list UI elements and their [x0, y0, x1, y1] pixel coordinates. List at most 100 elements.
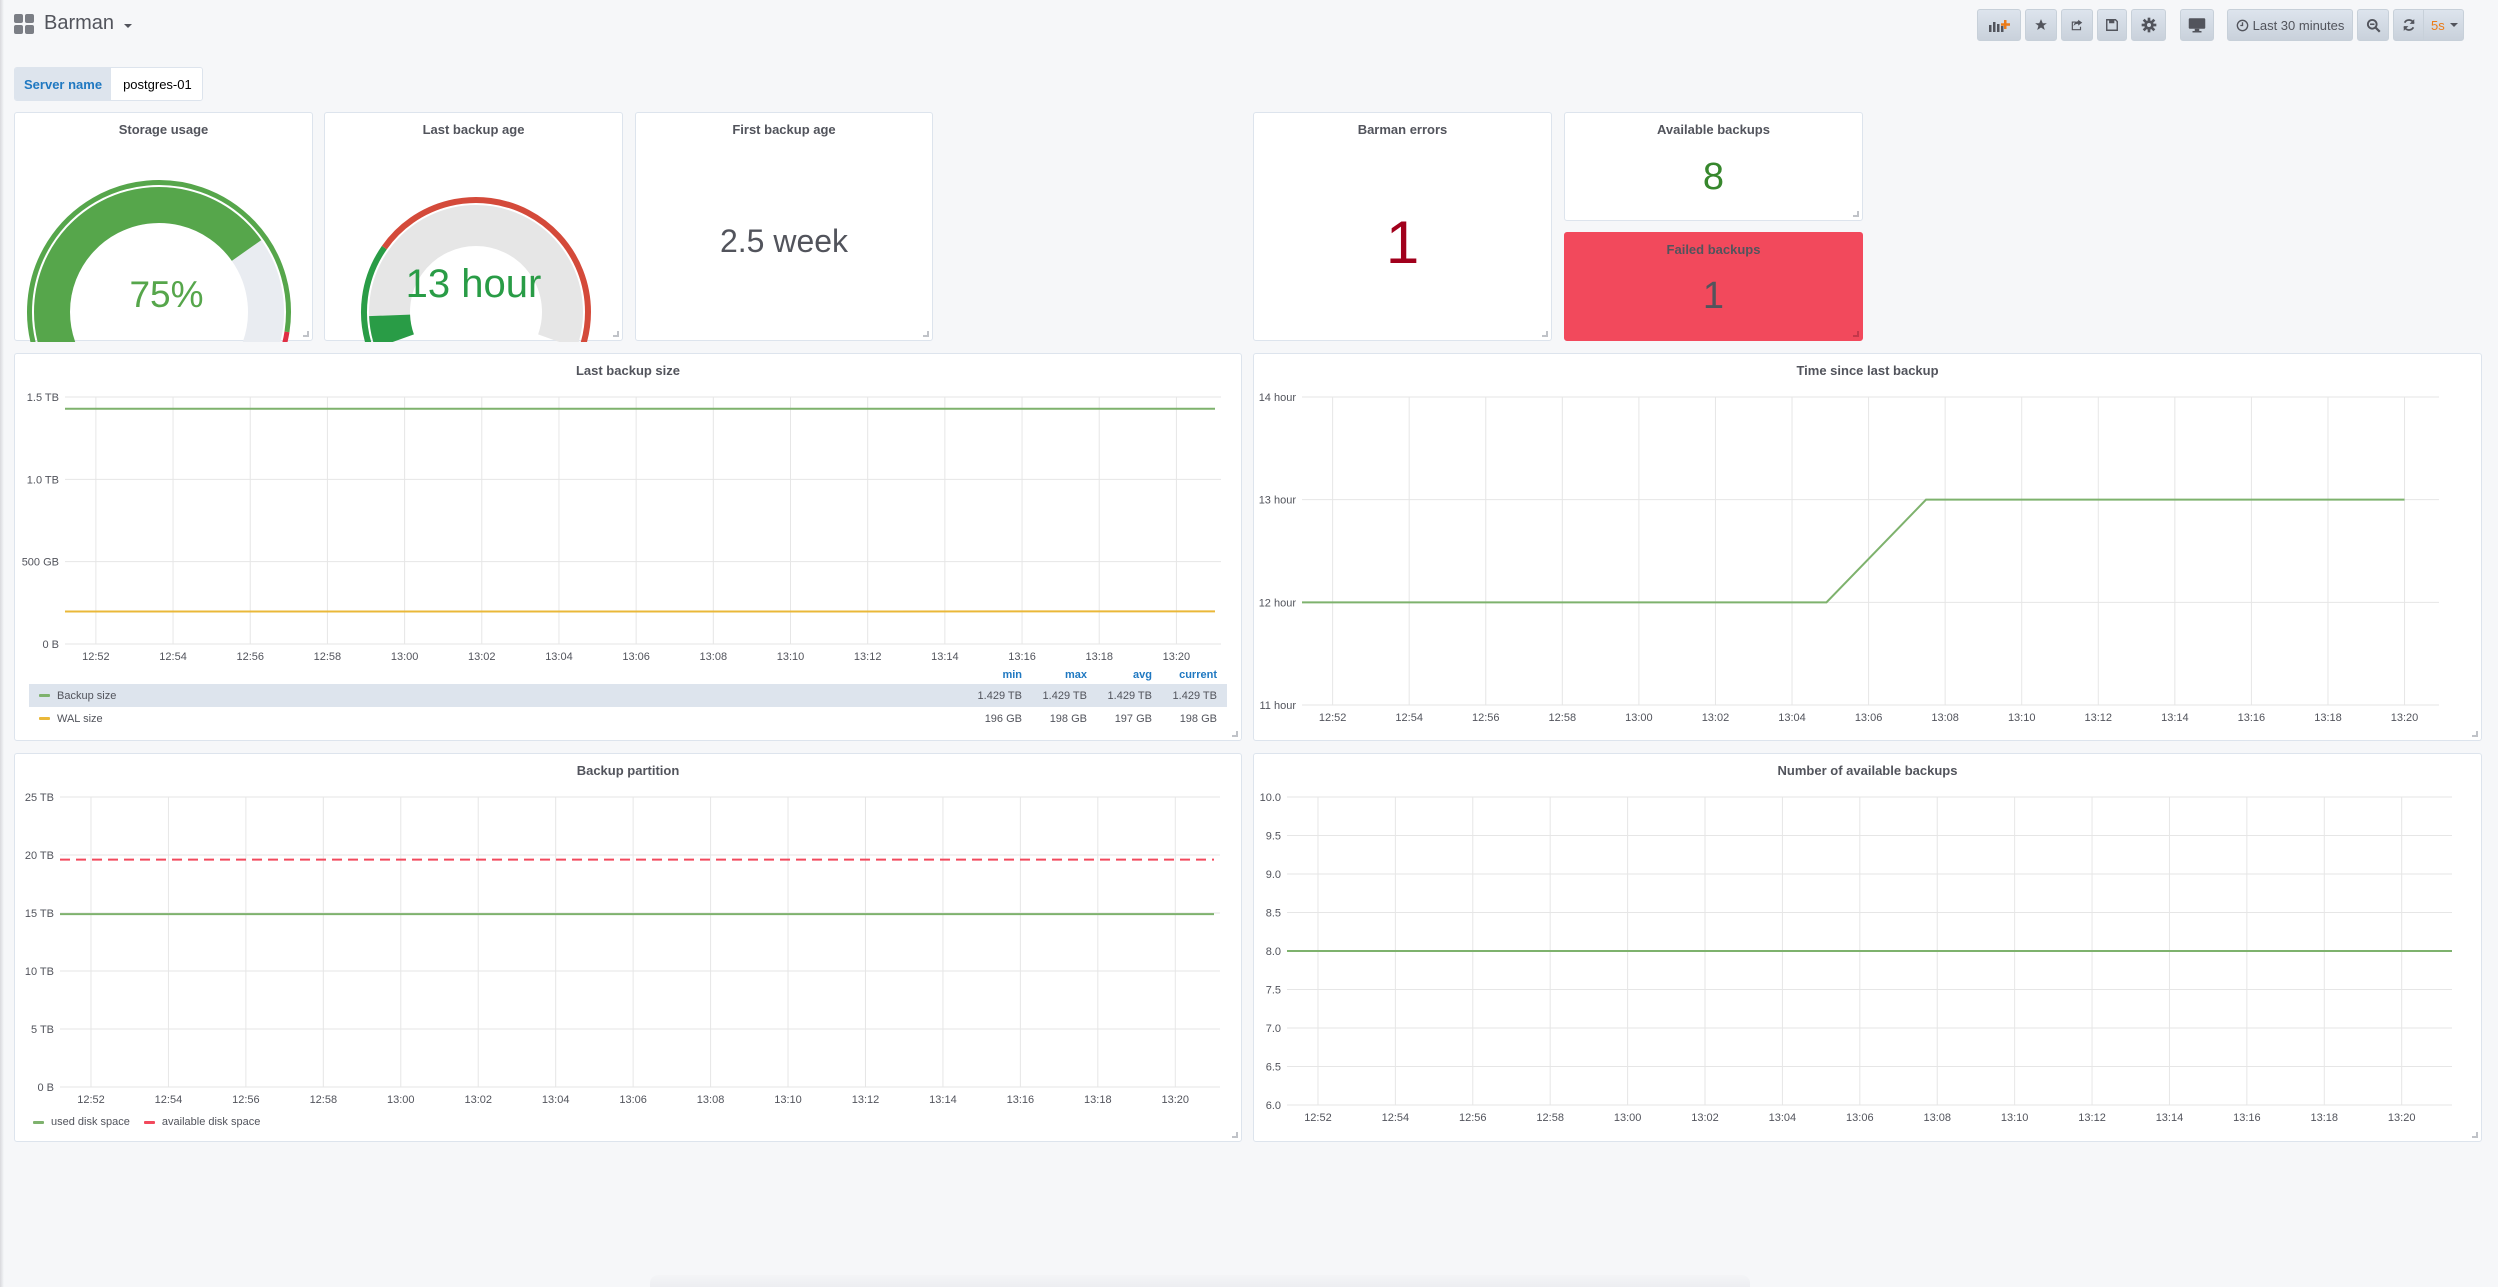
y-tick-label: 8.0: [1266, 946, 1281, 958]
x-tick-label: 13:10: [774, 1094, 802, 1106]
time-range-label: Last 30 minutes: [2252, 17, 2345, 33]
panel-storage-usage: Storage usage 75%: [14, 112, 313, 342]
legend-col-max[interactable]: max: [1026, 669, 1091, 681]
star-button[interactable]: [2025, 9, 2057, 41]
x-tick-label: 13:14: [2156, 1112, 2184, 1124]
first-backup-age-value: 2.5 week: [719, 223, 849, 259]
panel-title: Available backups: [1657, 122, 1770, 137]
last-backup-size-chart: 0 B 500 GB 1.0 TB 1.5 TB 12:52 12:54 12:56 12:5…: [22, 392, 1221, 663]
x-tick-label: 12:54: [159, 651, 187, 663]
time-range-picker[interactable]: Last 30 minutes: [2227, 9, 2353, 41]
save-button[interactable]: [2097, 9, 2127, 41]
resize-handle[interactable]: [2472, 731, 2478, 737]
legend-col-avg[interactable]: avg: [1091, 669, 1156, 681]
x-tick-label: 13:06: [622, 651, 650, 663]
x-tick-label: 13:04: [545, 651, 573, 663]
series-swatch: [33, 1120, 44, 1124]
tv-mode-button[interactable]: [2180, 9, 2214, 41]
zoom-out-icon: [2366, 18, 2381, 33]
y-tick-label: 0 B: [42, 639, 59, 651]
y-tick-label: 20 TB: [25, 850, 54, 862]
x-tick-label: 13:02: [1691, 1112, 1719, 1124]
last-backup-age-value: 13 hour: [405, 262, 542, 306]
x-tick-label: 13:12: [854, 651, 882, 663]
stat-min: 1.429 TB: [977, 689, 1022, 702]
stat-current: 1.429 TB: [1172, 689, 1217, 702]
x-tick-label: 13:16: [1008, 651, 1036, 663]
toolbar-left-group: [1977, 9, 2021, 41]
x-tick-label: 12:58: [314, 651, 342, 663]
series-swatch: [143, 1120, 155, 1124]
x-tick-label: 13:18: [1085, 651, 1113, 663]
x-tick-label: 12:56: [236, 651, 264, 663]
x-tick-label: 13:04: [542, 1094, 570, 1106]
storage-usage-value: 75%: [129, 274, 204, 315]
series-name: WAL size: [57, 712, 103, 725]
legend-item-used-disk-space[interactable]: used disk space: [33, 1116, 130, 1128]
y-tick-label: 13 hour: [1259, 495, 1297, 507]
y-tick-label: 1.5 TB: [27, 392, 59, 404]
resize-handle[interactable]: [613, 331, 619, 337]
legend-row-backup-size[interactable]: Backup size 1.429 TB 1.429 TB 1.429 TB 1…: [29, 684, 1227, 707]
panel-last-backup-age: Last backup age 13 hour: [324, 112, 623, 342]
resize-handle[interactable]: [923, 331, 929, 337]
x-tick-label: 12:54: [1395, 712, 1423, 724]
resize-handle[interactable]: [1542, 331, 1548, 337]
y-tick-label: 11 hour: [1260, 700, 1297, 712]
legend-item-available-disk-space[interactable]: available disk space: [143, 1116, 260, 1128]
variable-label: Server name: [15, 68, 112, 100]
x-tick-label: 13:16: [1007, 1094, 1035, 1106]
legend: used disk space available disk space: [33, 1116, 260, 1128]
dashboard-title-picker[interactable]: Barman: [14, 12, 133, 35]
resize-handle[interactable]: [1853, 331, 1859, 337]
y-tick-label: 10.0: [1260, 792, 1281, 804]
series-swatch: [39, 694, 50, 697]
resize-handle[interactable]: [2472, 1132, 2478, 1138]
x-tick-label: 13:14: [2161, 712, 2189, 724]
y-tick-label: 7.0: [1266, 1023, 1281, 1035]
panel-barman-errors: Barman errors 1: [1253, 112, 1552, 341]
resize-handle[interactable]: [303, 331, 309, 337]
legend-header: min max avg current: [29, 666, 1227, 684]
stat-max: 1.429 TB: [1042, 689, 1087, 702]
barman-errors-value: 1: [1385, 209, 1420, 276]
window-edge: [0, 0, 4, 1287]
legend-col-min[interactable]: min: [961, 669, 1026, 681]
x-tick-label: 13:14: [931, 651, 959, 663]
gauge-value-arc: [369, 313, 415, 342]
last-backup-age-gauge: [361, 197, 591, 342]
resize-handle[interactable]: [1232, 1132, 1238, 1138]
resize-handle[interactable]: [1232, 731, 1238, 737]
server-name-select[interactable]: postgres-01: [111, 68, 202, 100]
y-tick-label: 12 hour: [1259, 597, 1297, 609]
legend-col-current[interactable]: current: [1156, 669, 1227, 681]
x-tick-label: 13:00: [1625, 712, 1653, 724]
x-tick-label: 13:06: [1855, 712, 1883, 724]
backup-partition-chart: 0 B 5 TB 10 TB 15 TB 20 TB 25 TB 12:52 12:54 12:…: [25, 792, 1220, 1106]
share-button[interactable]: [2061, 9, 2093, 41]
add-panel-button[interactable]: [1977, 9, 2021, 41]
panel-number-of-available-backups: Number of available backups 6.0 6.5 7.0 7.5…: [1253, 753, 2482, 1142]
y-tick-label: 15 TB: [25, 908, 54, 920]
legend-row-wal-size[interactable]: WAL size 196 GB 198 GB 197 GB 198 GB: [29, 707, 1227, 730]
panel-time-since-last-backup: Time since last backup 11 hour 12 hour 13 …: [1253, 353, 2482, 741]
settings-button[interactable]: [2131, 9, 2166, 41]
refresh-button[interactable]: [2394, 10, 2424, 40]
zoom-out-button[interactable]: [2357, 9, 2389, 41]
x-tick-label: 13:00: [391, 651, 419, 663]
x-tick-label: 13:12: [2078, 1112, 2106, 1124]
add-panel-icon: [1989, 20, 2010, 32]
x-tick-label: 13:12: [852, 1094, 880, 1106]
panel-title: Barman errors: [1357, 122, 1448, 137]
y-tick-label: 14 hour: [1259, 392, 1297, 404]
x-tick-label: 13:04: [1778, 712, 1806, 724]
panel-last-backup-size: Last backup size 0 B 500 GB 1.0 TB 1.5 TB 12…: [14, 353, 1242, 741]
stat-current: 198 GB: [1179, 712, 1217, 725]
x-tick-label: 13:10: [777, 651, 805, 663]
x-tick-label: 12:52: [1304, 1112, 1332, 1124]
available-backups-value: 8: [1702, 156, 1725, 198]
refresh-interval: 5s: [2431, 17, 2445, 33]
y-tick-label: 0 B: [37, 1082, 54, 1094]
resize-handle[interactable]: [1853, 211, 1859, 217]
refresh-picker[interactable]: 5s: [2393, 9, 2464, 41]
